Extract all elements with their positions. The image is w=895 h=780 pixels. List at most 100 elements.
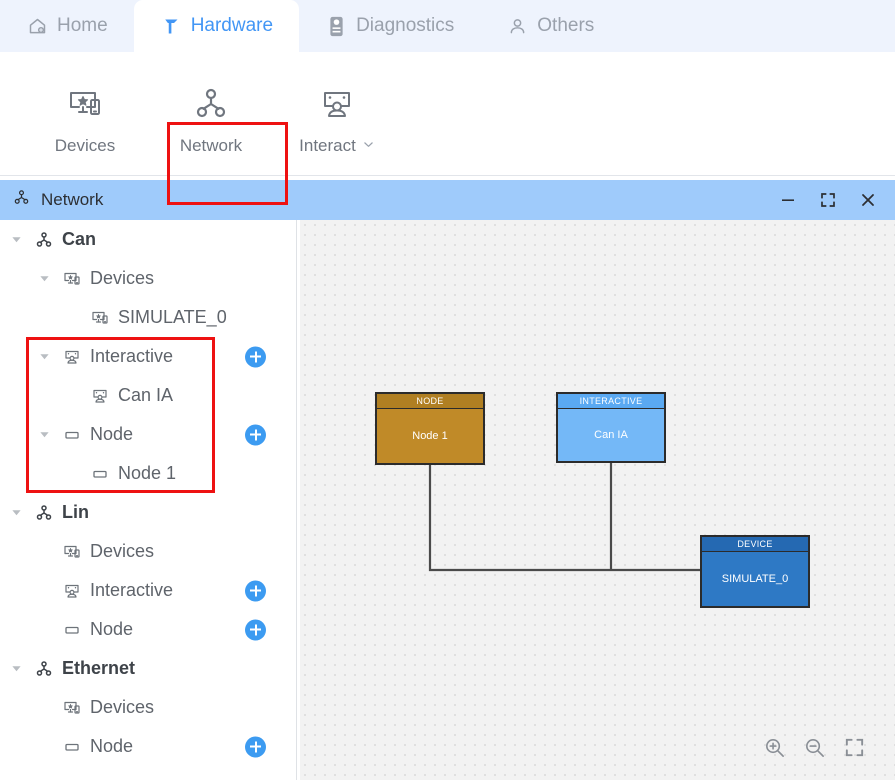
devices-icon bbox=[89, 307, 111, 329]
tree-item-can[interactable]: Can bbox=[0, 220, 296, 259]
add-item-button[interactable] bbox=[245, 619, 266, 640]
interact-icon bbox=[315, 82, 359, 126]
interact-icon bbox=[89, 385, 111, 407]
tree-item-label: Interactive bbox=[90, 346, 174, 366]
devices-icon bbox=[61, 541, 83, 563]
tab-others[interactable]: Others bbox=[480, 0, 620, 52]
tree-item-devices[interactable]: Devices bbox=[0, 688, 296, 727]
ribbon-button-network[interactable]: Network bbox=[156, 72, 266, 156]
chevron-down-icon[interactable] bbox=[362, 136, 375, 156]
tree-item-label: Node bbox=[90, 736, 134, 756]
ribbon-button-interact-label: Interact bbox=[299, 136, 375, 156]
tab-diagnostics-label: Diagnostics bbox=[356, 15, 455, 36]
tree-item-node[interactable]: Node bbox=[0, 610, 296, 649]
tree-item-label: SIMULATE_0 bbox=[118, 307, 227, 327]
tree-item-node-1[interactable]: Node 1 bbox=[0, 454, 296, 493]
window-title: Network bbox=[41, 190, 104, 209]
tree-item-interactive[interactable]: Interactive bbox=[0, 571, 296, 610]
zoom-out-button[interactable] bbox=[801, 734, 827, 760]
tree-item-label: Node bbox=[90, 424, 134, 444]
tree-item-label: Devices bbox=[90, 541, 155, 561]
interact-icon bbox=[61, 346, 83, 368]
ribbon-button-interact[interactable]: Interact bbox=[282, 72, 392, 156]
add-item-button[interactable] bbox=[245, 580, 266, 601]
minimize-button[interactable] bbox=[777, 189, 799, 211]
diagram-node-name: Node 1 bbox=[412, 430, 448, 442]
home-icon bbox=[26, 15, 48, 37]
tree-item-label: Ethernet bbox=[62, 658, 136, 678]
connection-lines bbox=[428, 463, 752, 577]
tree-item-label: Interactive bbox=[90, 580, 174, 600]
tab-diagnostics[interactable]: Diagnostics bbox=[299, 0, 480, 52]
zoom-in-button[interactable] bbox=[761, 734, 787, 760]
ribbon-button-devices-label: Devices bbox=[54, 136, 116, 155]
tab-home[interactable]: Home bbox=[0, 0, 134, 52]
person-icon bbox=[506, 15, 528, 37]
application-window: Home Hardware Diagnostics Others Devices… bbox=[0, 0, 895, 780]
tree-item-label: Devices bbox=[90, 697, 155, 717]
tree-item-label: Node 1 bbox=[118, 463, 177, 483]
tree-item-interactive[interactable]: Interactive bbox=[0, 337, 296, 376]
add-item-button[interactable] bbox=[245, 346, 266, 367]
close-button[interactable] bbox=[857, 189, 879, 211]
window-controls bbox=[777, 189, 895, 211]
diagram-node-can-ia[interactable]: INTERACTIVE Can IA bbox=[556, 392, 666, 463]
tab-hardware[interactable]: Hardware bbox=[133, 0, 300, 52]
chevron-down-icon[interactable] bbox=[36, 427, 52, 443]
diagram-node-type-label: DEVICE bbox=[702, 537, 808, 552]
chevron-down-icon[interactable] bbox=[8, 232, 24, 248]
diagram-node-type-label: INTERACTIVE bbox=[558, 394, 664, 409]
diagnostics-icon bbox=[325, 15, 347, 37]
ribbon-button-devices[interactable]: Devices bbox=[30, 72, 140, 156]
ribbon-toolbar: Devices Network Interact bbox=[0, 52, 895, 205]
network-icon bbox=[189, 82, 233, 126]
tree-item-label: Lin bbox=[62, 502, 89, 522]
interact-icon bbox=[61, 580, 83, 602]
chevron-down-icon[interactable] bbox=[8, 661, 24, 677]
tab-others-label: Others bbox=[537, 15, 595, 36]
chevron-down-icon[interactable] bbox=[8, 505, 24, 521]
tab-home-label: Home bbox=[57, 15, 108, 36]
tree-item-devices[interactable]: Devices bbox=[0, 259, 296, 298]
network-window-title-bar: Network bbox=[0, 180, 895, 220]
tab-hardware-label: Hardware bbox=[190, 15, 274, 36]
add-item-button[interactable] bbox=[245, 736, 266, 757]
chevron-down-icon[interactable] bbox=[36, 349, 52, 365]
tree-item-label: Node bbox=[90, 619, 134, 639]
canvas-zoom-controls bbox=[761, 734, 867, 760]
tree-item-label: Can IA bbox=[118, 385, 174, 405]
restore-button[interactable] bbox=[817, 189, 839, 211]
main-tab-bar: Home Hardware Diagnostics Others bbox=[0, 0, 895, 52]
diagram-node-simulate-0[interactable]: DEVICE SIMULATE_0 bbox=[700, 535, 810, 608]
network-icon bbox=[33, 658, 55, 680]
chevron-down-icon[interactable] bbox=[36, 271, 52, 287]
tree-item-can-ia[interactable]: Can IA bbox=[0, 376, 296, 415]
devices-icon bbox=[61, 697, 83, 719]
network-diagram-canvas[interactable]: NODE Node 1 INTERACTIVE Can IA DEVICE SIMULAT… bbox=[300, 220, 895, 780]
node-rect-icon bbox=[61, 424, 83, 446]
diagram-node-name: SIMULATE_0 bbox=[721, 573, 789, 585]
hardware-tool-icon bbox=[160, 15, 182, 37]
diagram-node-node-1[interactable]: NODE Node 1 bbox=[375, 392, 485, 465]
network-tree-sidebar: Can Devices SIMULATE_0 Interactive Can I… bbox=[0, 220, 297, 780]
tree-item-node[interactable]: Node bbox=[0, 415, 296, 454]
node-rect-icon bbox=[89, 463, 111, 485]
devices-icon bbox=[63, 82, 107, 126]
fit-to-screen-button[interactable] bbox=[841, 734, 867, 760]
network-tree: Can Devices SIMULATE_0 Interactive Can I… bbox=[0, 220, 296, 766]
tree-item-lin[interactable]: Lin bbox=[0, 493, 296, 532]
network-icon bbox=[33, 229, 55, 251]
tree-item-devices[interactable]: Devices bbox=[0, 532, 296, 571]
tree-item-node[interactable]: Node bbox=[0, 727, 296, 766]
tree-item-simulate-0[interactable]: SIMULATE_0 bbox=[0, 298, 296, 337]
node-rect-icon bbox=[61, 619, 83, 641]
network-window-body: Can Devices SIMULATE_0 Interactive Can I… bbox=[0, 220, 895, 780]
tree-item-ethernet[interactable]: Ethernet bbox=[0, 649, 296, 688]
devices-icon bbox=[61, 268, 83, 290]
node-rect-icon bbox=[61, 736, 83, 758]
add-item-button[interactable] bbox=[245, 424, 266, 445]
tree-item-label: Can bbox=[62, 229, 97, 249]
network-icon bbox=[33, 502, 55, 524]
tree-item-label: Devices bbox=[90, 268, 155, 288]
ribbon-button-network-label: Network bbox=[179, 136, 243, 155]
